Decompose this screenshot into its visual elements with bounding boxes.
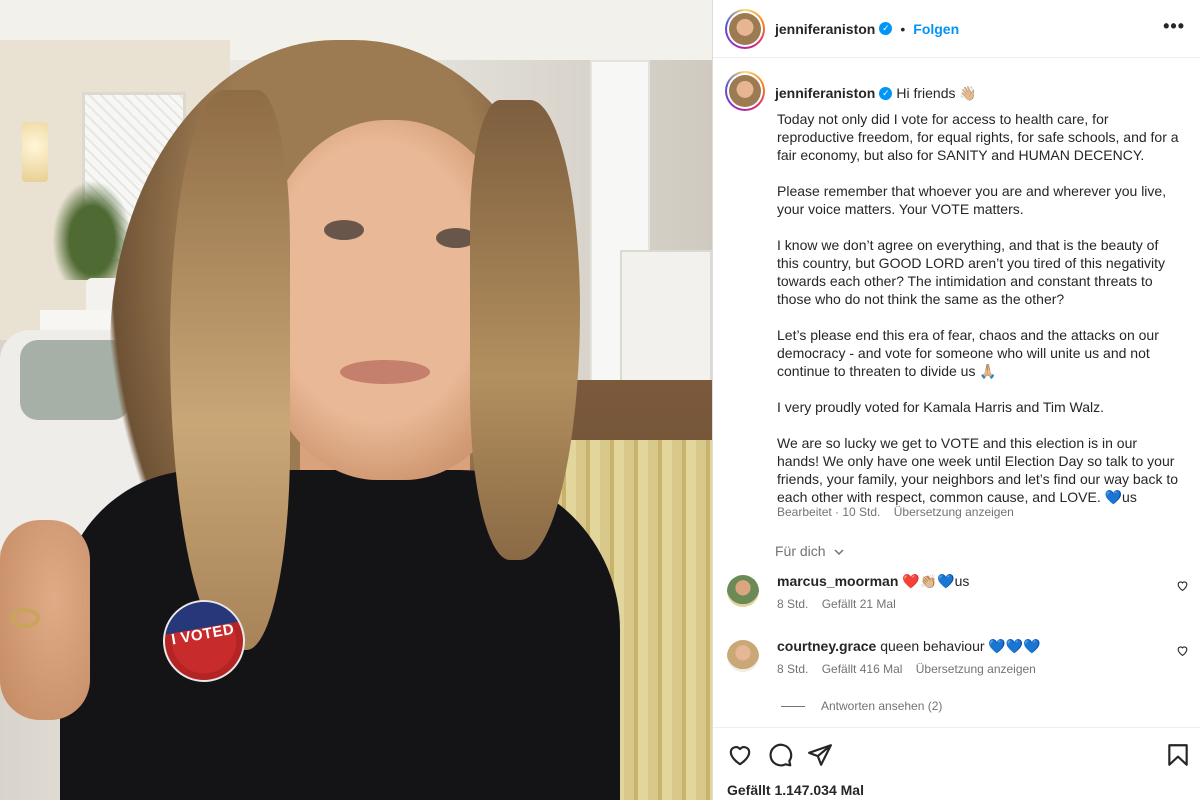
caption-username[interactable]: jenniferaniston — [775, 85, 875, 101]
caption-paragraph: We are so lucky we get to VOTE and this … — [777, 435, 1179, 505]
follow-button[interactable]: Folgen — [913, 21, 959, 37]
avatar-image — [729, 12, 761, 45]
post-photo[interactable]: I VOTED — [0, 0, 712, 800]
avatar-inner — [727, 10, 763, 47]
comment-likes[interactable]: Gefällt 416 Mal — [822, 662, 903, 676]
comment-like-heart-icon[interactable] — [1176, 644, 1189, 657]
post-header: jenniferaniston ✓ • Folgen ••• — [713, 0, 1200, 58]
bookmark-icon[interactable] — [1165, 742, 1191, 768]
see-translation-link[interactable]: Übersetzung anzeigen — [894, 505, 1014, 519]
caption-intro: Hi friends 👋🏼 — [896, 84, 977, 101]
photo-eye — [324, 220, 364, 240]
separator-dot: • — [900, 20, 906, 37]
caption-edited-time: Bearbeitet · 10 Std. — [777, 505, 881, 519]
comment-like-heart-icon[interactable] — [1176, 579, 1189, 592]
share-icon[interactable] — [807, 742, 833, 768]
caption-header: jenniferaniston ✓ Hi friends 👋🏼 — [725, 71, 977, 111]
more-options-icon[interactable]: ••• — [1163, 16, 1185, 37]
view-replies-button[interactable]: Antworten ansehen (2) — [781, 699, 942, 713]
avatar-inner — [727, 73, 763, 109]
comment-meta: 8 Std. Gefällt 21 Mal — [777, 597, 896, 611]
caption-paragraph: Let’s please end this era of fear, chaos… — [777, 327, 1159, 379]
for-you-dropdown[interactable]: Für dich — [775, 543, 845, 559]
author-avatar[interactable] — [725, 8, 765, 49]
avatar-image — [729, 75, 761, 107]
comment-time: 8 Std. — [777, 597, 809, 611]
comment-icon[interactable] — [767, 742, 793, 768]
commenter-username[interactable]: marcus_moorman — [777, 573, 898, 589]
caption-meta: Bearbeitet · 10 Std. Übersetzung anzeige… — [777, 505, 1014, 519]
comment-text-row: marcus_moorman ❤️👏🏼💙us — [777, 573, 969, 590]
comment-item: marcus_moorman ❤️👏🏼💙us 8 Std. Gefällt 21… — [725, 573, 1189, 621]
photo-lamp — [22, 122, 48, 182]
photo-lips — [340, 360, 430, 384]
commenter-avatar[interactable] — [727, 640, 759, 672]
replies-line — [781, 705, 805, 707]
commenter-username[interactable]: courtney.grace — [777, 638, 876, 654]
header-name-row: jenniferaniston ✓ • Folgen — [775, 21, 959, 37]
post-content-scroll[interactable]: jenniferaniston ✓ Hi friends 👋🏼 Today no… — [713, 59, 1200, 727]
post-side-panel: jenniferaniston ✓ • Folgen ••• jennifera… — [712, 0, 1200, 800]
verified-badge-icon: ✓ — [879, 22, 893, 35]
caption-paragraph: Please remember that whoever you are and… — [777, 183, 1167, 217]
view-replies-label: Antworten ansehen (2) — [821, 699, 943, 713]
heart-icon[interactable] — [727, 742, 753, 768]
comment-time: 8 Std. — [777, 662, 809, 676]
caption-body: Today not only did I vote for access to … — [777, 110, 1182, 506]
photo-ring — [10, 608, 40, 628]
comment-meta: 8 Std. Gefällt 416 Mal Übersetzung anzei… — [777, 662, 1036, 676]
caption-paragraph: I very proudly voted for Kamala Harris a… — [777, 399, 1105, 415]
comment-likes[interactable]: Gefällt 21 Mal — [822, 597, 896, 611]
caption-avatar[interactable] — [725, 71, 765, 111]
verified-badge-icon: ✓ — [879, 86, 893, 100]
comment-see-translation-link[interactable]: Übersetzung anzeigen — [916, 662, 1036, 676]
chevron-down-icon — [834, 549, 844, 556]
author-username[interactable]: jenniferaniston — [775, 21, 875, 37]
comment-item: courtney.grace queen behaviour 💙💙💙 8 Std… — [725, 638, 1189, 686]
comment-text: queen behaviour 💙💙💙 — [880, 638, 1041, 654]
caption-paragraph: I know we don’t agree on everything, and… — [777, 237, 1166, 307]
comment-text: ❤️👏🏼💙us — [902, 573, 970, 589]
caption-head: jenniferaniston ✓ Hi friends 👋🏼 — [775, 75, 977, 111]
likes-count[interactable]: Gefällt 1.147.034 Mal — [727, 782, 864, 798]
caption-paragraph: Today not only did I vote for access to … — [777, 111, 1179, 163]
comment-text-row: courtney.grace queen behaviour 💙💙💙 — [777, 638, 1041, 655]
commenter-avatar[interactable] — [727, 575, 759, 607]
for-you-label: Für dich — [775, 543, 826, 559]
post-actions-bar: Gefällt 1.147.034 Mal — [713, 727, 1200, 800]
